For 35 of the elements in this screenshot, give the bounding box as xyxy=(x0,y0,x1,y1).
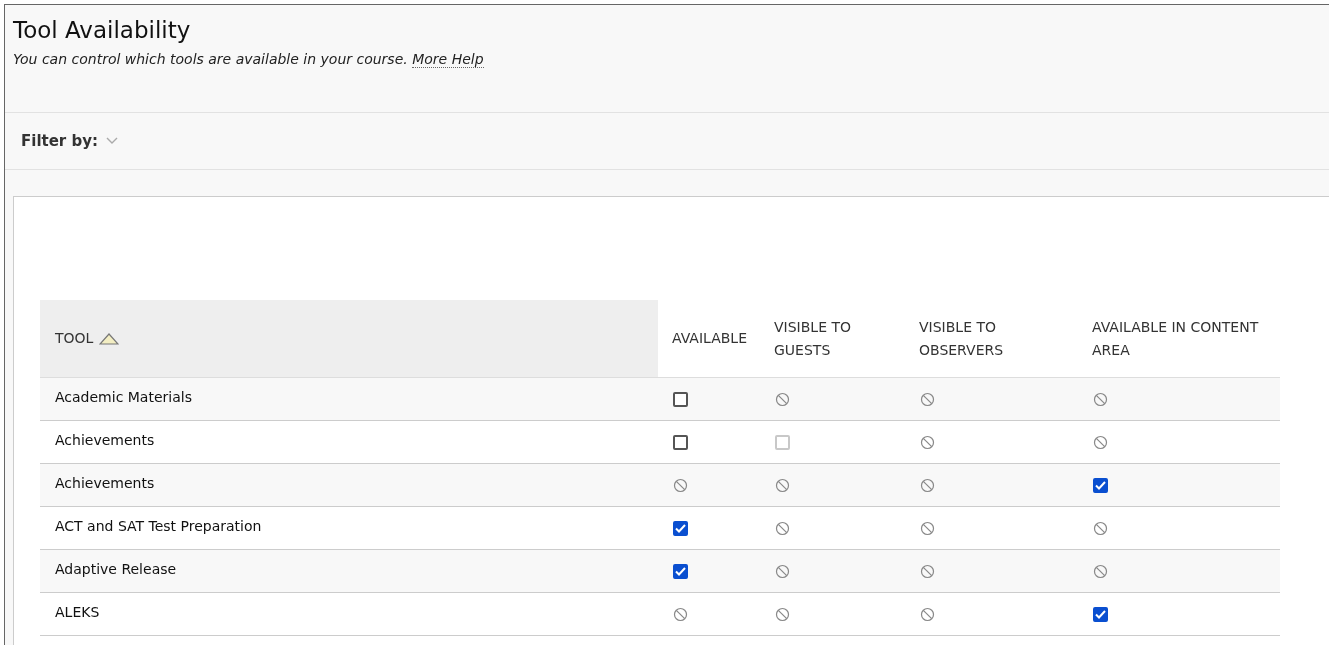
not-allowed-icon xyxy=(1093,563,1108,579)
not-allowed-icon xyxy=(920,477,935,493)
checkbox[interactable] xyxy=(1093,606,1108,622)
not-allowed-icon xyxy=(775,391,790,407)
checkbox[interactable] xyxy=(673,563,688,579)
checkbox[interactable] xyxy=(673,434,688,450)
filter-label[interactable]: Filter by: xyxy=(21,132,98,150)
tool-name: Achievements xyxy=(55,432,155,448)
checkbox[interactable] xyxy=(673,520,688,536)
tool-name: Achievements xyxy=(55,475,155,491)
column-header[interactable]: TOOL xyxy=(40,300,658,378)
not-allowed-icon xyxy=(673,477,688,493)
not-allowed-icon xyxy=(920,434,935,450)
tool-name: Academic Materials xyxy=(55,389,192,405)
not-allowed-icon xyxy=(1093,520,1108,536)
not-allowed-icon xyxy=(1093,434,1108,450)
not-allowed-icon xyxy=(775,520,790,536)
not-allowed-icon xyxy=(775,477,790,493)
not-allowed-icon xyxy=(920,606,935,622)
page-description: You can control which tools are available in your course. More Help xyxy=(13,51,485,67)
tool-name: ALEKS xyxy=(55,604,100,620)
tool-name: Adaptive Release xyxy=(55,561,177,577)
not-allowed-icon xyxy=(920,391,935,407)
not-allowed-icon xyxy=(775,563,790,579)
tool-name: ACT and SAT Test Preparation xyxy=(55,518,262,534)
not-allowed-icon xyxy=(920,563,935,579)
page-title: Tool Availability xyxy=(13,17,192,43)
not-allowed-icon xyxy=(775,606,790,622)
not-allowed-icon xyxy=(920,520,935,536)
more-help-link[interactable]: More Help xyxy=(412,51,484,68)
not-allowed-icon xyxy=(1093,391,1108,407)
sort-ascending-icon xyxy=(99,332,120,345)
checkbox[interactable] xyxy=(673,391,688,407)
not-allowed-icon xyxy=(673,606,688,622)
checkbox[interactable] xyxy=(1093,477,1108,493)
